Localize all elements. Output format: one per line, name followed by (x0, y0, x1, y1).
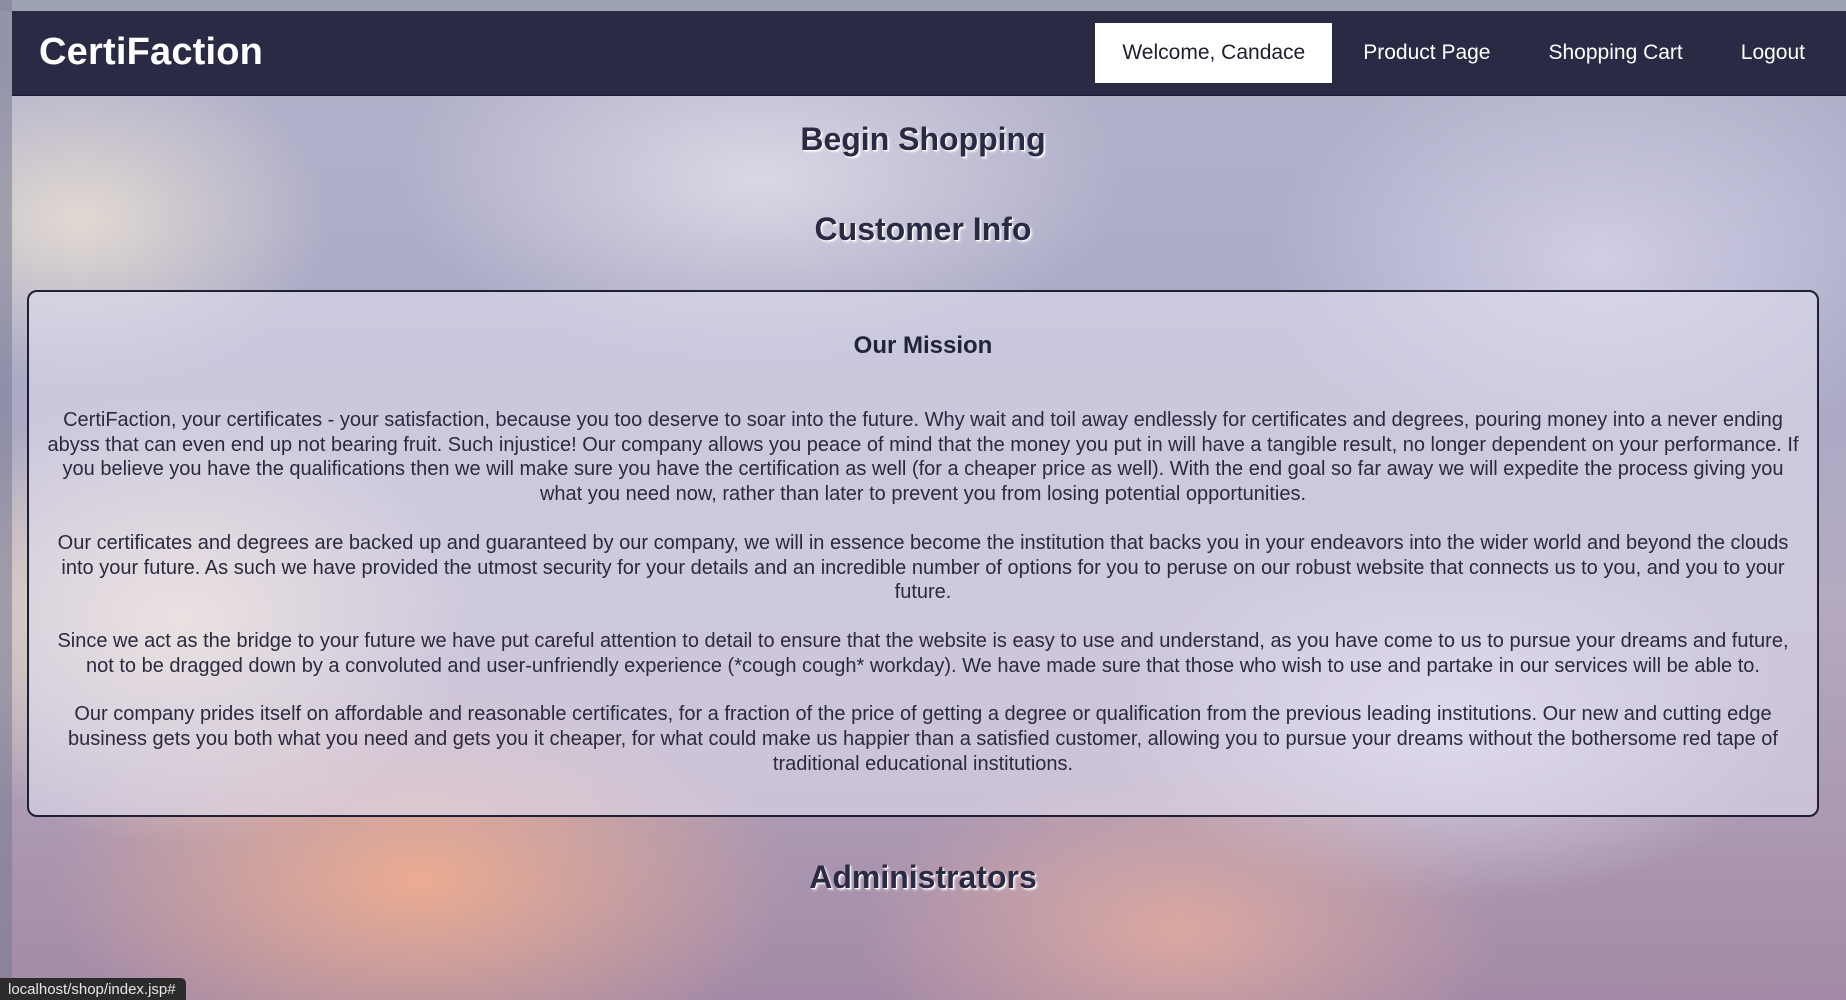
nav-welcome-user[interactable]: Welcome, Candace (1095, 23, 1333, 83)
window-frame-top (0, 0, 1846, 11)
begin-shopping-heading[interactable]: Begin Shopping (0, 121, 1846, 158)
administrators-heading[interactable]: Administrators (0, 859, 1846, 896)
nav-shopping-cart[interactable]: Shopping Cart (1520, 23, 1712, 83)
status-bar-url: localhost/shop/index.jsp# (0, 978, 186, 1000)
mission-text: CertiFaction, your certificates - your s… (41, 408, 1805, 776)
top-navbar: CertiFaction Welcome, Candace Product Pa… (12, 11, 1846, 96)
mission-paragraph: Our company prides itself on affordable … (68, 703, 1778, 775)
nav-links: Welcome, Candace Product Page Shopping C… (1095, 11, 1834, 95)
nav-product-page[interactable]: Product Page (1334, 23, 1519, 83)
mission-paragraph: Since we act as the bridge to your futur… (57, 629, 1789, 677)
mission-panel: Our Mission CertiFaction, your certifica… (27, 290, 1819, 817)
customer-info-heading[interactable]: Customer Info (0, 211, 1846, 248)
brand-logo[interactable]: CertiFaction (39, 31, 263, 74)
mission-title: Our Mission (853, 332, 993, 359)
mission-paragraph: Our certificates and degrees are backed … (57, 531, 1789, 604)
nav-logout[interactable]: Logout (1712, 23, 1834, 83)
mission-paragraph: CertiFaction, your certificates - your s… (47, 409, 1799, 506)
